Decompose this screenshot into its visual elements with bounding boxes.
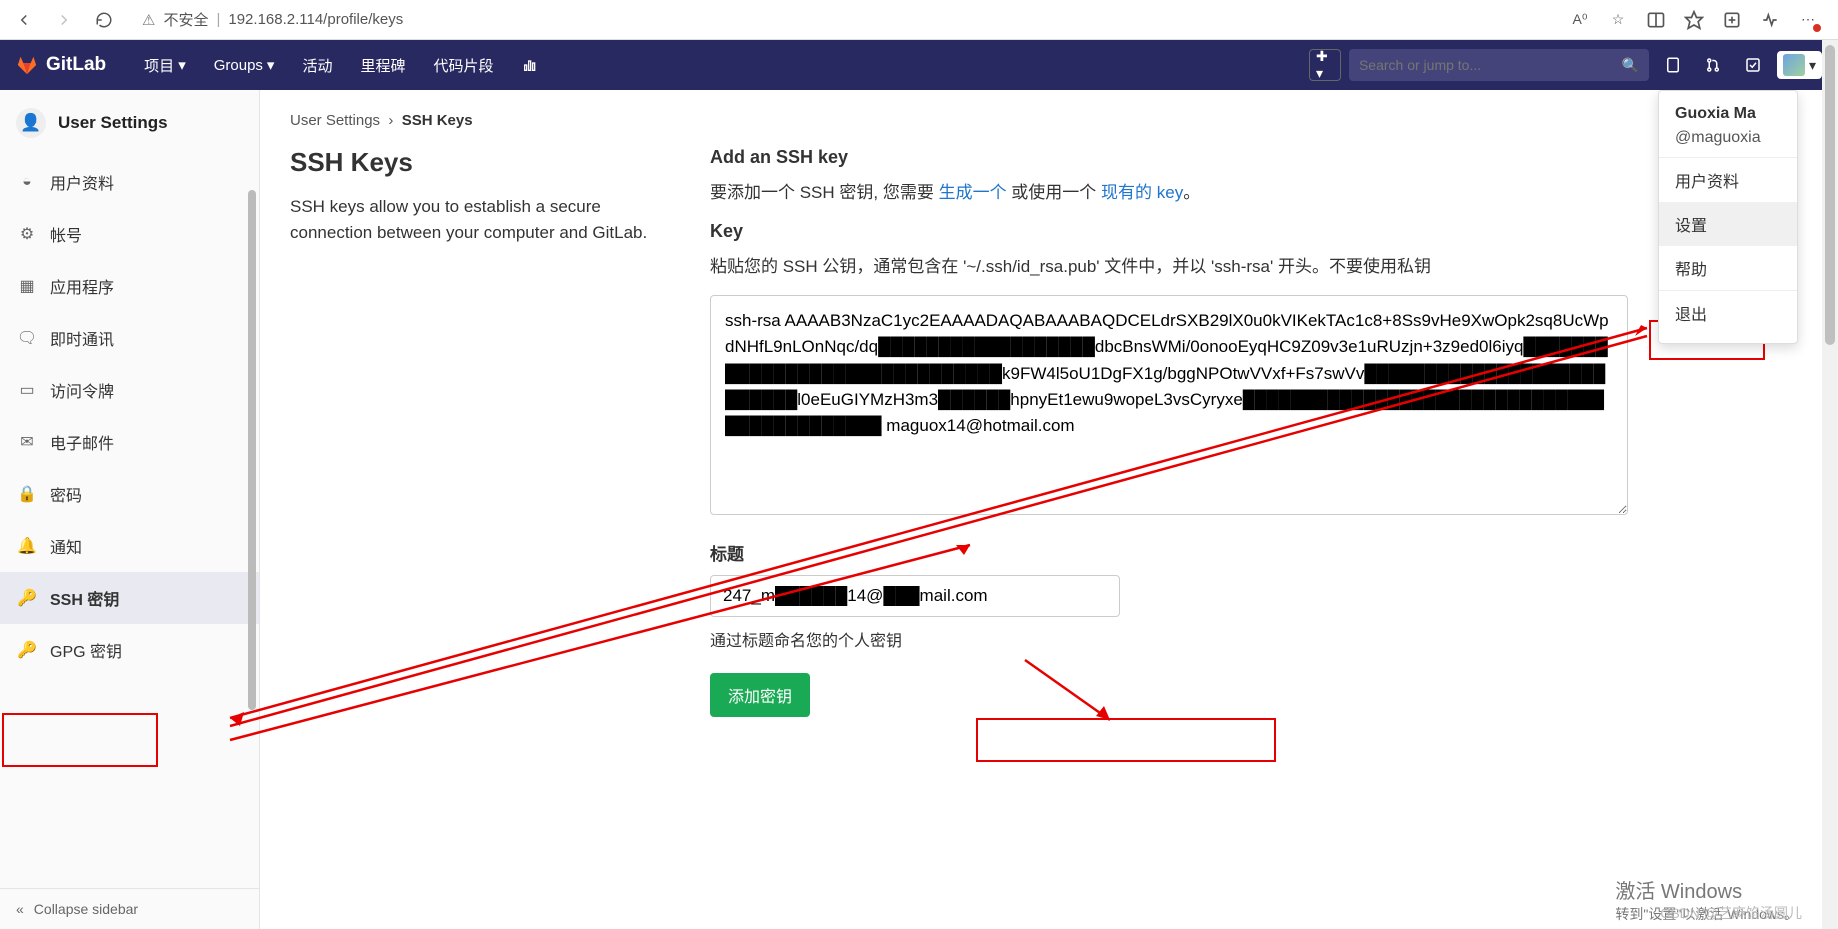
menu-user-name: Guoxia Ma <box>1659 99 1797 129</box>
breadcrumb-current: SSH Keys <box>402 112 473 129</box>
avatar-button[interactable]: ▾ <box>1777 51 1822 79</box>
forward-button[interactable] <box>50 6 78 34</box>
content-area: User Settings › SSH Keys SSH Keys SSH ke… <box>260 90 1838 929</box>
page-desc: SSH keys allow you to establish a secure… <box>290 194 670 245</box>
page-title: SSH Keys <box>290 147 670 178</box>
sidebar-scrollbar[interactable] <box>248 190 256 710</box>
sidebar-item-password[interactable]: 🔒密码 <box>0 468 259 520</box>
menu-profile[interactable]: 用户资料 <box>1659 158 1797 202</box>
menu-help[interactable]: 帮助 <box>1659 246 1797 290</box>
favorite-icon[interactable]: ☆ <box>1608 10 1628 30</box>
generate-link[interactable]: 生成一个 <box>939 183 1007 202</box>
key-help: 粘贴您的 SSH 公钥，通常包含在 '~/.ssh/id_rsa.pub' 文件… <box>710 252 1628 277</box>
gpgkey-icon: 🔑 <box>18 641 36 659</box>
nav-projects[interactable]: 项目 ▾ <box>134 49 196 82</box>
add-key-title: Add an SSH key <box>710 147 1628 168</box>
nav-chart-icon[interactable] <box>512 51 548 79</box>
sidebar-item-gpg[interactable]: 🔑GPG 密钥 <box>0 624 259 676</box>
sidebar-item-email[interactable]: ✉电子邮件 <box>0 416 259 468</box>
sidebar-header: 👤 User Settings <box>0 90 259 156</box>
address-bar[interactable]: ⚠ 不安全 | 192.168.2.114/profile/keys <box>130 5 1558 35</box>
add-key-button[interactable]: 添加密钥 <box>710 673 810 717</box>
lock-icon: 🔒 <box>18 485 36 503</box>
browser-toolbar: ⚠ 不安全 | 192.168.2.114/profile/keys A⁰ ☆ … <box>0 0 1838 40</box>
sidebar-item-apps[interactable]: ▦应用程序 <box>0 260 259 312</box>
todos-icon[interactable] <box>1737 49 1769 81</box>
key-icon: 🔑 <box>18 589 36 607</box>
insecure-icon: ⚠ <box>142 11 155 29</box>
chevron-down-icon: ▾ <box>1809 57 1816 74</box>
csdn-watermark: CSDN @艺麻馅汤圆儿 <box>1660 903 1802 923</box>
health-icon[interactable] <box>1760 10 1780 30</box>
page-scrollbar[interactable] <box>1822 40 1838 929</box>
sidebar-item-tokens[interactable]: ▭访问令牌 <box>0 364 259 416</box>
nav-activity[interactable]: 活动 <box>292 49 342 82</box>
mr-icon[interactable] <box>1697 49 1729 81</box>
existing-key-link[interactable]: 现有的 key <box>1101 183 1183 202</box>
nav-snippets[interactable]: 代码片段 <box>423 49 503 82</box>
split-icon[interactable] <box>1646 10 1666 30</box>
token-icon: ▭ <box>18 381 36 399</box>
chevron-left-icon: « <box>16 901 24 917</box>
key-label: Key <box>710 221 1628 242</box>
issues-icon[interactable] <box>1657 49 1689 81</box>
apps-icon: ▦ <box>18 277 36 295</box>
address-text: 192.168.2.114/profile/keys <box>228 11 403 28</box>
sidebar-item-profile[interactable]: ◒用户资料 <box>0 156 259 208</box>
read-aloud-icon[interactable]: A⁰ <box>1570 10 1590 30</box>
menu-signout[interactable]: 退出 <box>1659 291 1797 335</box>
menu-icon[interactable]: ⋯ <box>1798 10 1818 30</box>
back-button[interactable] <box>10 6 38 34</box>
account-icon: ⚙ <box>18 225 36 243</box>
sidebar-item-chat[interactable]: 🗨即时通讯 <box>0 312 259 364</box>
sidebar-item-account[interactable]: ⚙帐号 <box>0 208 259 260</box>
sidebar-item-ssh[interactable]: 🔑SSH 密钥 <box>0 572 259 624</box>
bell-icon: 🔔 <box>18 537 36 555</box>
menu-settings[interactable]: 设置 <box>1659 202 1797 246</box>
avatar-icon <box>1783 54 1805 76</box>
sidebar-title: User Settings <box>58 113 168 133</box>
right-column: Add an SSH key 要添加一个 SSH 密钥, 您需要 生成一个 或使… <box>710 147 1808 717</box>
add-key-desc: 要添加一个 SSH 密钥, 您需要 生成一个 或使用一个 现有的 key。 <box>710 178 1628 203</box>
settings-sidebar: 👤 User Settings ◒用户资料 ⚙帐号 ▦应用程序 🗨即时通讯 ▭访… <box>0 90 260 929</box>
nav-milestones[interactable]: 里程碑 <box>350 49 415 82</box>
breadcrumb: User Settings › SSH Keys <box>290 112 1808 129</box>
gitlab-logo[interactable]: GitLab <box>16 54 106 76</box>
nav-groups[interactable]: Groups ▾ <box>204 50 285 80</box>
gitlab-icon <box>16 54 38 76</box>
key-textarea[interactable] <box>710 295 1628 515</box>
profile-icon: ◒ <box>18 173 36 191</box>
brand-label: GitLab <box>46 54 106 76</box>
user-menu: Guoxia Ma @maguoxia 用户资料 设置 帮助 退出 <box>1658 90 1798 344</box>
browser-right-icons: A⁰ ☆ ⋯ <box>1570 10 1828 30</box>
new-icon[interactable]: ✚ ▾ <box>1309 49 1341 81</box>
title-input[interactable] <box>710 575 1120 617</box>
email-icon: ✉ <box>18 433 36 451</box>
sidebar-item-notifications[interactable]: 🔔通知 <box>0 520 259 572</box>
collections-icon[interactable] <box>1722 10 1742 30</box>
gitlab-topnav: GitLab 项目 ▾ Groups ▾ 活动 里程碑 代码片段 ✚ ▾ 🔍 ▾ <box>0 40 1838 90</box>
search-box[interactable]: 🔍 <box>1349 49 1649 81</box>
breadcrumb-root[interactable]: User Settings <box>290 112 380 129</box>
scrollbar-thumb[interactable] <box>1825 45 1835 345</box>
user-icon: 👤 <box>16 108 46 138</box>
chat-icon: 🗨 <box>18 329 36 347</box>
search-input[interactable] <box>1359 57 1614 73</box>
search-icon: 🔍 <box>1622 57 1639 74</box>
refresh-button[interactable] <box>90 6 118 34</box>
left-column: SSH Keys SSH keys allow you to establish… <box>290 147 670 717</box>
menu-user-handle: @maguoxia <box>1659 129 1797 157</box>
title-label: 标题 <box>710 540 1628 565</box>
collapse-sidebar[interactable]: «Collapse sidebar <box>0 888 259 929</box>
favorites-icon[interactable] <box>1684 10 1704 30</box>
insecure-label: 不安全 <box>163 9 208 30</box>
title-hint: 通过标题命名您的个人密钥 <box>710 627 1628 651</box>
